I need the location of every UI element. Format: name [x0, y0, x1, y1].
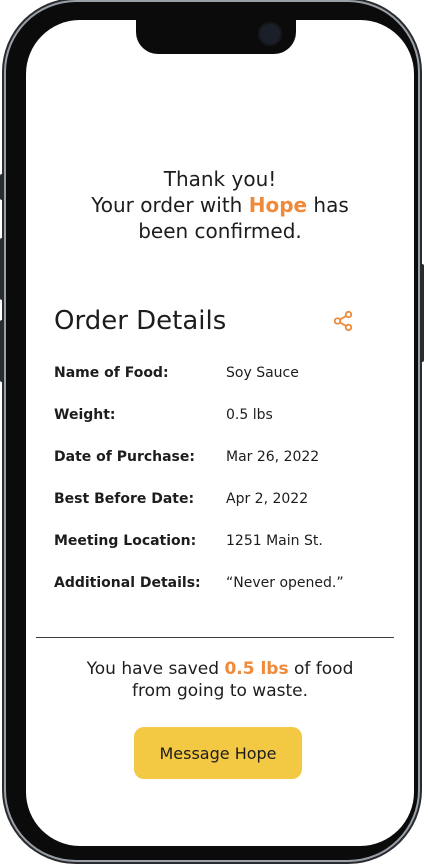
location-value: 1251 Main St.	[226, 533, 323, 549]
volume-up-button	[0, 238, 4, 300]
saved-prefix: You have saved	[86, 659, 225, 679]
divider	[36, 637, 394, 638]
seller-name: Hope	[248, 193, 308, 217]
saved-message: You have saved 0.5 lbs of food from goin…	[26, 658, 414, 702]
detail-row-additional: Additional Details: “Never opened.”	[54, 575, 384, 597]
best-before-value: Apr 2, 2022	[226, 491, 309, 507]
notch	[136, 20, 296, 54]
power-button	[420, 264, 424, 362]
share-icon[interactable]	[332, 310, 354, 332]
food-label: Name of Food:	[54, 365, 169, 381]
detail-row-food: Name of Food: Soy Sauce	[54, 365, 384, 387]
weight-value: 0.5 lbs	[226, 407, 273, 423]
saved-line: You have saved 0.5 lbs of food	[26, 658, 414, 680]
screen: Thank you! Your order with Hope has been…	[26, 20, 414, 846]
additional-value: “Never opened.”	[226, 575, 344, 591]
phone-frame: Thank you! Your order with Hope has been…	[0, 2, 424, 860]
confirmation-message: Thank you! Your order with Hope has been…	[26, 166, 414, 244]
order-line-suffix: has	[307, 193, 349, 217]
thanks-line: Thank you!	[163, 167, 277, 191]
purchase-date-value: Mar 26, 2022	[226, 449, 320, 465]
detail-row-location: Meeting Location: 1251 Main St.	[54, 533, 384, 555]
detail-row-weight: Weight: 0.5 lbs	[54, 407, 384, 429]
order-details-title: Order Details	[54, 306, 227, 336]
saved-suffix: of food	[288, 659, 354, 679]
location-label: Meeting Location:	[54, 533, 197, 549]
detail-row-purchase-date: Date of Purchase: Mar 26, 2022	[54, 449, 384, 471]
food-value: Soy Sauce	[226, 365, 299, 381]
saved-line-2: from going to waste.	[131, 681, 309, 701]
additional-label: Additional Details:	[54, 575, 201, 591]
message-hope-button[interactable]: Message Hope	[134, 727, 302, 779]
front-camera-icon	[258, 22, 282, 46]
confirmed-line: been confirmed.	[138, 219, 302, 243]
silent-switch	[0, 174, 4, 200]
detail-row-best-before: Best Before Date: Apr 2, 2022	[54, 491, 384, 513]
best-before-label: Best Before Date:	[54, 491, 195, 507]
order-line: Your order with Hope has	[26, 192, 414, 218]
purchase-date-label: Date of Purchase:	[54, 449, 195, 465]
saved-amount: 0.5 lbs	[224, 659, 289, 679]
volume-down-button	[0, 320, 4, 382]
order-line-prefix: Your order with	[91, 193, 249, 217]
weight-label: Weight:	[54, 407, 116, 423]
